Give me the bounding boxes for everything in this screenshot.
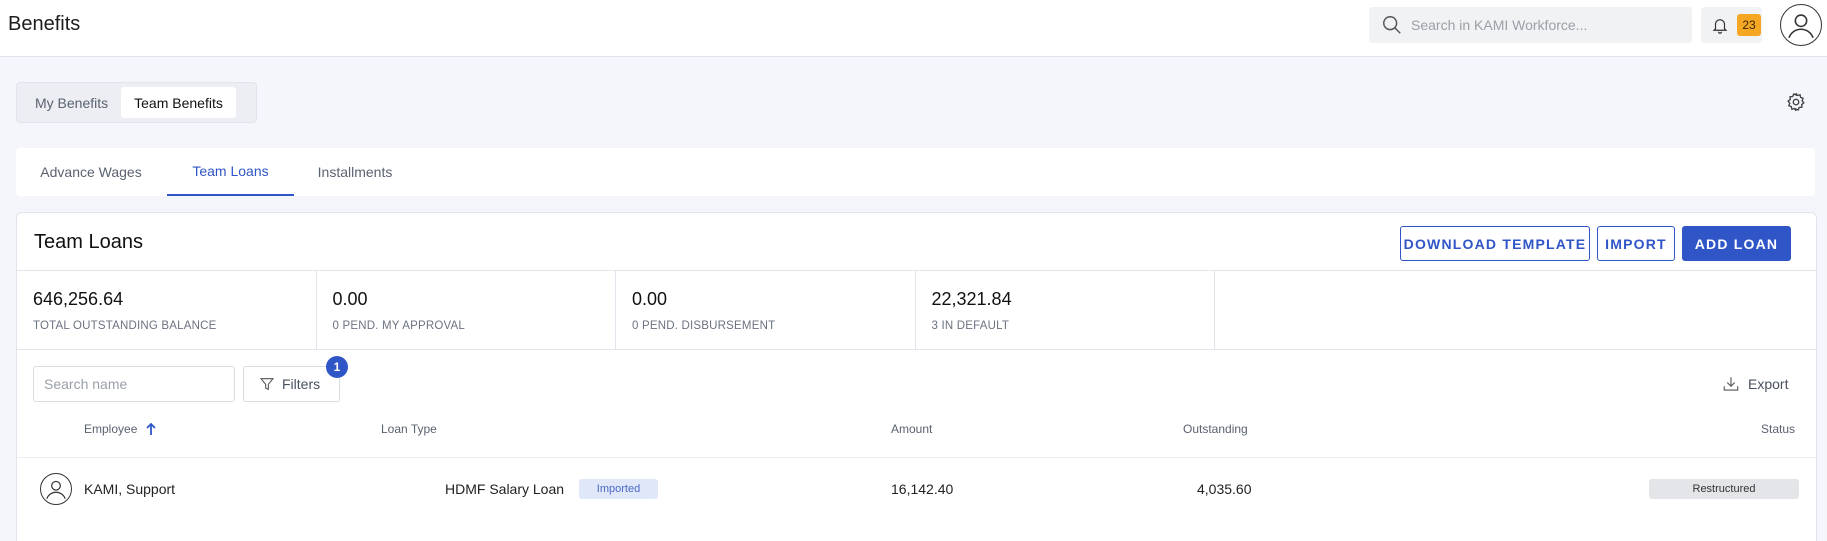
import-button[interactable]: IMPORT — [1597, 226, 1675, 261]
cell-loan-type: HDMF Salary Loan — [445, 481, 565, 497]
column-header-outstanding[interactable]: Outstanding — [1183, 422, 1248, 436]
stats-row: 646,256.64 TOTAL OUTSTANDING BALANCE 0.0… — [17, 270, 1816, 350]
user-icon — [1788, 14, 1814, 39]
stat-value: 646,256.64 — [33, 289, 124, 309]
panel-title: Team Loans — [34, 231, 143, 253]
top-bar: Benefits Search in KAMI Workforce... 23 — [0, 0, 1827, 57]
arrow-up-icon — [146, 422, 157, 435]
team-loans-panel: Team Loans DOWNLOAD TEMPLATE IMPORT ADD … — [16, 212, 1817, 541]
gear-icon[interactable] — [1785, 91, 1807, 113]
user-icon — [46, 480, 66, 499]
stat-in-default: 22,321.84 3 IN DEFAULT — [916, 271, 1215, 349]
stat-pending-approval: 0.00 0 PEND. MY APPROVAL — [317, 271, 616, 349]
bell-icon — [1712, 19, 1728, 34]
search-icon — [1383, 16, 1401, 34]
filters-button[interactable]: Filters — [243, 366, 340, 402]
global-search-input[interactable]: Search in KAMI Workforce... — [1369, 7, 1692, 43]
cell-amount: 16,142.40 — [891, 481, 954, 497]
loan-tabs: Advance Wages Team Loans Installments — [16, 148, 1815, 196]
stat-total-outstanding: 646,256.64 TOTAL OUTSTANDING BALANCE — [17, 271, 317, 349]
notification-count-badge: 23 — [1737, 14, 1761, 36]
export-button[interactable]: Export — [1722, 375, 1788, 393]
filters-label: Filters — [282, 376, 321, 392]
avatar — [40, 473, 72, 505]
filters-count-badge: 1 — [326, 356, 348, 378]
stat-value: 0.00 — [332, 289, 368, 309]
page-title: Benefits — [8, 13, 81, 35]
table-header-divider — [17, 457, 1816, 458]
stat-value: 0.00 — [632, 289, 668, 309]
search-name-input[interactable]: Search name — [33, 366, 235, 402]
column-header-employee[interactable]: Employee — [84, 422, 157, 436]
tab-team-loans[interactable]: Team Loans — [167, 148, 294, 196]
download-template-button[interactable]: DOWNLOAD TEMPLATE — [1400, 226, 1590, 261]
stat-label: 0 PEND. DISBURSEMENT — [632, 320, 776, 332]
export-label: Export — [1748, 376, 1789, 392]
stat-value: 22,321.84 — [931, 289, 1012, 309]
stat-label: 0 PEND. MY APPROVAL — [332, 320, 465, 332]
column-header-loan-type[interactable]: Loan Type — [381, 422, 437, 436]
tab-advance-wages[interactable]: Advance Wages — [16, 148, 166, 196]
column-header-label: Employee — [84, 422, 138, 436]
stat-pending-disbursement: 0.00 0 PEND. DISBURSEMENT — [616, 271, 916, 349]
notifications-button[interactable]: 23 — [1701, 7, 1762, 43]
add-loan-button[interactable]: ADD LOAN — [1682, 226, 1791, 261]
stat-empty — [1215, 271, 1816, 349]
download-icon — [1723, 377, 1739, 391]
cell-employee[interactable]: KAMI, Support — [84, 481, 175, 497]
imported-tag: Imported — [579, 479, 658, 499]
tab-installments[interactable]: Installments — [294, 148, 416, 196]
segment-team-benefits[interactable]: Team Benefits — [121, 87, 236, 118]
global-search-placeholder: Search in KAMI Workforce... — [1411, 17, 1588, 33]
stat-label: TOTAL OUTSTANDING BALANCE — [33, 320, 217, 332]
segment-my-benefits[interactable]: My Benefits — [22, 87, 121, 118]
benefits-segment-switcher: My Benefits Team Benefits — [16, 82, 257, 123]
cell-outstanding: 4,035.60 — [1197, 481, 1252, 497]
column-header-status[interactable]: Status — [1761, 422, 1795, 436]
column-header-amount[interactable]: Amount — [891, 422, 932, 436]
user-avatar-button[interactable] — [1780, 4, 1822, 46]
status-badge: Restructured — [1649, 479, 1799, 499]
stat-label: 3 IN DEFAULT — [931, 320, 1010, 332]
funnel-icon — [259, 378, 275, 391]
